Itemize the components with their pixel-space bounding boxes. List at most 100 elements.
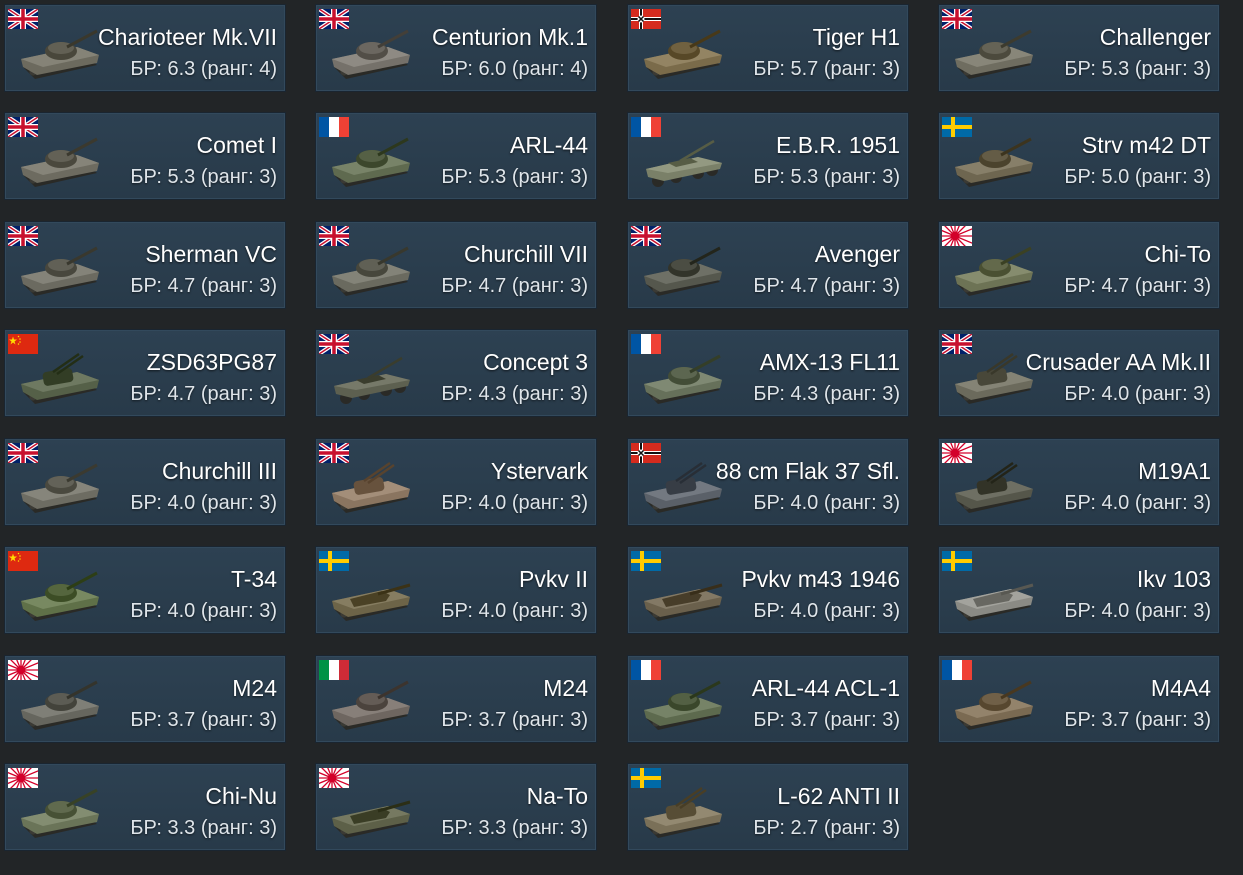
flag-japan-icon	[319, 768, 349, 788]
battle-rating: БР: 4.0 (ранг: 3)	[441, 492, 588, 514]
flag-sweden-icon	[631, 551, 661, 571]
vehicle-name: Centurion Mk.1	[432, 24, 588, 50]
flag-germany-icon	[631, 9, 661, 29]
vehicle-card[interactable]: Concept 3 БР: 4.3 (ранг: 3)	[315, 329, 597, 417]
flag-uk-icon	[942, 9, 972, 29]
vehicle-name: 88 cm Flak 37 Sfl.	[715, 458, 900, 484]
flag-italy-icon	[319, 660, 349, 680]
battle-rating: БР: 6.3 (ранг: 4)	[130, 58, 277, 80]
flag-japan-icon	[8, 660, 38, 680]
flag-france-icon	[319, 117, 349, 137]
vehicle-name: Strv m42 DT	[1081, 132, 1211, 158]
vehicle-card[interactable]: Chi-Nu БР: 3.3 (ранг: 3)	[4, 763, 286, 851]
battle-rating: БР: 6.0 (ранг: 4)	[441, 58, 588, 80]
flag-sweden-icon	[942, 117, 972, 137]
flag-uk-icon	[319, 9, 349, 29]
vehicle-name: M4A4	[1150, 675, 1211, 701]
vehicle-name: T-34	[230, 566, 277, 592]
battle-rating: БР: 4.0 (ранг: 3)	[130, 600, 277, 622]
battle-rating: БР: 5.3 (ранг: 3)	[753, 166, 900, 188]
vehicle-card[interactable]: Comet I БР: 5.3 (ранг: 3)	[4, 112, 286, 200]
flag-japan-icon	[8, 768, 38, 788]
vehicle-card[interactable]: Charioteer Mk.VII БР: 6.3 (ранг: 4)	[4, 4, 286, 92]
vehicle-card[interactable]: Churchill VII БР: 4.7 (ранг: 3)	[315, 221, 597, 309]
vehicle-card[interactable]: Crusader AA Mk.II БР: 4.0 (ранг: 3)	[938, 329, 1220, 417]
flag-france-icon	[631, 334, 661, 354]
flag-china-icon	[8, 334, 38, 354]
flag-uk-icon	[8, 9, 38, 29]
flag-japan-icon	[942, 443, 972, 463]
flag-uk-icon	[8, 117, 38, 137]
flag-uk-icon	[319, 334, 349, 354]
vehicle-card[interactable]: Tiger H1 БР: 5.7 (ранг: 3)	[627, 4, 909, 92]
battle-rating: БР: 5.0 (ранг: 3)	[1064, 166, 1211, 188]
battle-rating: БР: 4.0 (ранг: 3)	[441, 600, 588, 622]
vehicle-card[interactable]: ZSD63PG87 БР: 4.7 (ранг: 3)	[4, 329, 286, 417]
battle-rating: БР: 4.7 (ранг: 3)	[753, 275, 900, 297]
vehicle-card[interactable]: 88 cm Flak 37 Sfl. БР: 4.0 (ранг: 3)	[627, 438, 909, 526]
vehicle-card[interactable]: Centurion Mk.1 БР: 6.0 (ранг: 4)	[315, 4, 597, 92]
vehicle-card[interactable]: Na-To БР: 3.3 (ранг: 3)	[315, 763, 597, 851]
battle-rating: БР: 4.7 (ранг: 3)	[130, 275, 277, 297]
flag-uk-icon	[8, 226, 38, 246]
battle-rating: БР: 3.3 (ранг: 3)	[130, 817, 277, 839]
battle-rating: БР: 2.7 (ранг: 3)	[753, 817, 900, 839]
battle-rating: БР: 4.0 (ранг: 3)	[1064, 383, 1211, 405]
vehicle-card[interactable]: Sherman VC БР: 4.7 (ранг: 3)	[4, 221, 286, 309]
flag-sweden-icon	[631, 768, 661, 788]
vehicle-card[interactable]: ARL-44 БР: 5.3 (ранг: 3)	[315, 112, 597, 200]
vehicle-name: Concept 3	[483, 349, 588, 375]
vehicle-card[interactable]: Chi-To БР: 4.7 (ранг: 3)	[938, 221, 1220, 309]
vehicle-card[interactable]: T-34 БР: 4.0 (ранг: 3)	[4, 546, 286, 634]
battle-rating: БР: 3.7 (ранг: 3)	[130, 709, 277, 731]
vehicle-card[interactable]: M4A4 БР: 3.7 (ранг: 3)	[938, 655, 1220, 743]
vehicle-name: Challenger	[1099, 24, 1211, 50]
flag-china-icon	[8, 551, 38, 571]
vehicle-name: AMX-13 FL11	[759, 349, 900, 375]
flag-uk-icon	[319, 226, 349, 246]
battle-rating: БР: 4.3 (ранг: 3)	[441, 383, 588, 405]
vehicle-card[interactable]: Churchill III БР: 4.0 (ранг: 3)	[4, 438, 286, 526]
vehicle-card[interactable]: L-62 ANTI II БР: 2.7 (ранг: 3)	[627, 763, 909, 851]
vehicle-card[interactable]: Strv m42 DT БР: 5.0 (ранг: 3)	[938, 112, 1220, 200]
battle-rating: БР: 4.7 (ранг: 3)	[130, 383, 277, 405]
flag-uk-icon	[8, 443, 38, 463]
flag-sweden-icon	[319, 551, 349, 571]
vehicle-card[interactable]: Pvkv m43 1946 БР: 4.0 (ранг: 3)	[627, 546, 909, 634]
vehicle-card[interactable]: Ystervark БР: 4.0 (ранг: 3)	[315, 438, 597, 526]
battle-rating: БР: 3.3 (ранг: 3)	[441, 817, 588, 839]
vehicle-name: ARL-44 ACL-1	[751, 675, 900, 701]
vehicle-name: Chi-To	[1144, 241, 1211, 267]
flag-uk-icon	[631, 226, 661, 246]
vehicle-name: Pvkv m43 1946	[741, 566, 900, 592]
vehicle-name: Na-To	[526, 783, 588, 809]
vehicle-card[interactable]: Ikv 103 БР: 4.0 (ранг: 3)	[938, 546, 1220, 634]
vehicle-card[interactable]: M24 БР: 3.7 (ранг: 3)	[315, 655, 597, 743]
vehicle-name: M24	[232, 675, 277, 701]
flag-japan-icon	[942, 226, 972, 246]
battle-rating: БР: 5.3 (ранг: 3)	[441, 166, 588, 188]
vehicle-card[interactable]: M19A1 БР: 4.0 (ранг: 3)	[938, 438, 1220, 526]
flag-uk-icon	[319, 443, 349, 463]
vehicle-card[interactable]: Avenger БР: 4.7 (ранг: 3)	[627, 221, 909, 309]
vehicle-card[interactable]: AMX-13 FL11 БР: 4.3 (ранг: 3)	[627, 329, 909, 417]
flag-sweden-icon	[942, 551, 972, 571]
battle-rating: БР: 5.3 (ранг: 3)	[1064, 58, 1211, 80]
battle-rating: БР: 3.7 (ранг: 3)	[1064, 709, 1211, 731]
battle-rating: БР: 4.0 (ранг: 3)	[1064, 600, 1211, 622]
vehicle-name: Ystervark	[490, 458, 588, 484]
vehicle-card[interactable]: Pvkv II БР: 4.0 (ранг: 3)	[315, 546, 597, 634]
vehicle-card[interactable]: ARL-44 ACL-1 БР: 3.7 (ранг: 3)	[627, 655, 909, 743]
vehicle-name: Tiger H1	[812, 24, 900, 50]
vehicle-grid: Charioteer Mk.VII БР: 6.3 (ранг: 4) Centu…	[0, 0, 1243, 875]
vehicle-card[interactable]: E.B.R. 1951 БР: 5.3 (ранг: 3)	[627, 112, 909, 200]
battle-rating: БР: 4.0 (ранг: 3)	[130, 492, 277, 514]
vehicle-card[interactable]: Challenger БР: 5.3 (ранг: 3)	[938, 4, 1220, 92]
battle-rating: БР: 4.0 (ранг: 3)	[753, 492, 900, 514]
vehicle-name: Crusader AA Mk.II	[1025, 349, 1211, 375]
vehicle-card[interactable]: M24 БР: 3.7 (ранг: 3)	[4, 655, 286, 743]
battle-rating: БР: 4.7 (ранг: 3)	[441, 275, 588, 297]
battle-rating: БР: 5.7 (ранг: 3)	[753, 58, 900, 80]
battle-rating: БР: 3.7 (ранг: 3)	[753, 709, 900, 731]
battle-rating: БР: 5.3 (ранг: 3)	[130, 166, 277, 188]
